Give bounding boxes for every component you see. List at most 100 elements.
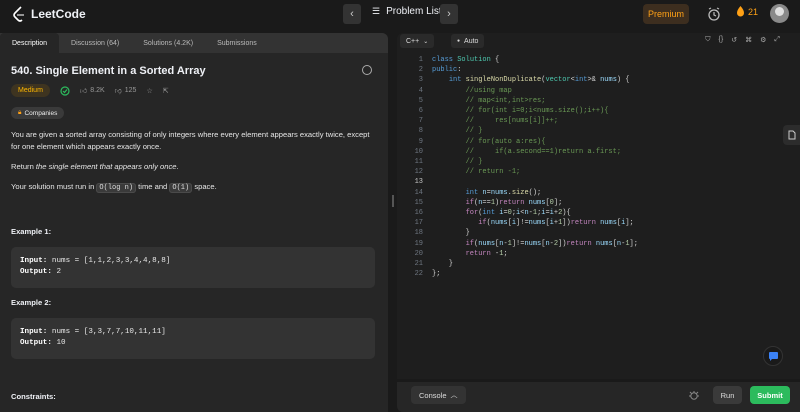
tab-submissions[interactable]: Submissions — [205, 33, 269, 53]
settings-icon[interactable]: ⚙ — [760, 36, 766, 44]
line-number: 2 — [418, 66, 423, 75]
desc-text: space. — [192, 182, 217, 191]
code-line: // map<int,int>res; — [432, 96, 546, 105]
premium-label: Premium — [647, 9, 684, 19]
leetcode-logo-icon — [13, 6, 24, 22]
output-label: Output: — [20, 339, 52, 347]
line-number: 18 — [414, 229, 423, 238]
line-number: 6 — [418, 107, 423, 115]
line-number: 12 — [414, 168, 423, 177]
avatar[interactable] — [770, 4, 789, 23]
problem-list-button[interactable]: ☰ Problem List — [372, 6, 442, 17]
reset-icon[interactable]: ↺ — [731, 36, 737, 44]
line-number: 10 — [414, 147, 423, 156]
favorite-button[interactable]: ☆ — [146, 87, 152, 95]
line-number: 3 — [418, 76, 423, 85]
thumbs-down-icon: 👎︎ — [114, 88, 122, 95]
next-problem-button[interactable]: › — [440, 4, 458, 24]
prev-problem-button[interactable]: ‹ — [343, 4, 361, 24]
chat-icon — [768, 351, 778, 361]
left-tabs: Description Discussion (64) Solutions (4… — [0, 33, 388, 53]
difficulty-badge: Medium — [11, 84, 50, 97]
editor-toolbar: C++ ⌄ ● Auto ⛉ {} ↺ ⌘ ⚙ ⤢ — [397, 33, 800, 49]
constraints-heading: Constraints: — [11, 392, 56, 401]
line-number: 13 — [414, 178, 423, 187]
lock-icon: ● — [457, 38, 461, 44]
debug-icon[interactable] — [688, 389, 700, 401]
share-icon: ⇱ — [162, 87, 169, 95]
bookmark-icon[interactable]: ⛉ — [705, 36, 710, 44]
line-number: 1 — [418, 56, 423, 64]
chevron-left-icon: ‹ — [350, 8, 354, 20]
example-box: Input: nums = [1,1,2,3,3,4,4,8,8] Output… — [11, 247, 375, 288]
top-bar: LeetCode ‹ ☰ Problem List › Premium 21 — [0, 0, 800, 28]
braces-icon[interactable]: {} — [719, 36, 724, 44]
output-value: 2 — [51, 268, 62, 276]
code-line: // } — [432, 127, 483, 136]
chat-button[interactable] — [763, 346, 783, 366]
line-number: 16 — [414, 209, 423, 217]
code-line: //using map — [432, 86, 512, 95]
line-number: 4 — [418, 86, 423, 95]
dislike-button[interactable]: 👎︎ 125 — [115, 86, 137, 95]
notes-panel-button[interactable] — [783, 125, 800, 145]
output-label: Output: — [20, 268, 52, 276]
dislike-count: 125 — [124, 87, 137, 94]
code-line: // res[nums[i]]++; — [432, 117, 559, 126]
editor-bottom-bar: Console ︿ Run Submit — [397, 382, 800, 412]
tab-discussion[interactable]: Discussion (64) — [59, 33, 131, 53]
problem-list-label: Problem List — [386, 6, 442, 17]
description-paragraph: You are given a sorted array consisting … — [11, 130, 370, 151]
problem-description: You are given a sorted array consisting … — [11, 129, 371, 202]
input-value: nums = [3,3,7,7,10,11,11] — [47, 328, 166, 336]
language-label: C++ — [406, 37, 420, 45]
example-heading: Example 2: — [11, 298, 52, 307]
code-line: return -1; — [465, 249, 508, 258]
code-line: public: — [432, 66, 462, 75]
more-options-icon[interactable] — [362, 65, 372, 75]
line-number: 11 — [414, 158, 423, 166]
line-number: 7 — [418, 117, 423, 126]
share-button[interactable]: ⇱ — [163, 87, 169, 95]
line-number: 17 — [414, 219, 423, 228]
fullscreen-icon[interactable]: ⤢ — [774, 36, 780, 44]
companies-tag[interactable]: 🔒︎ Companies — [11, 107, 65, 119]
desc-text: time and — [136, 182, 170, 191]
input-label: Input: — [20, 257, 48, 265]
code-line: } — [432, 260, 454, 268]
code-line: // for(int i=0;i<nums.size();i++){ — [432, 107, 609, 115]
code-editor-panel: C++ ⌄ ● Auto ⛉ {} ↺ ⌘ ⚙ ⤢ 1 2 3 4 5 6 7 8 9 10 11 12 1… — [397, 33, 800, 379]
autocomplete-toggle[interactable]: ● Auto — [451, 34, 485, 48]
shortcut-icon[interactable]: ⌘ — [745, 36, 752, 44]
like-button[interactable]: 👍︎ 8.2K — [80, 86, 105, 95]
logo[interactable]: LeetCode — [12, 6, 86, 22]
inline-code: O(log n) — [96, 183, 137, 193]
alarm-clock-icon[interactable] — [706, 6, 722, 22]
console-button[interactable]: Console ︿ — [411, 386, 466, 404]
code-line: // for(auto a:res){ — [432, 137, 546, 146]
code-line: if(n==1)return nums[0]; — [465, 198, 563, 207]
line-number: 22 — [414, 270, 423, 279]
companies-label: Companies — [24, 109, 58, 117]
example-heading: Example 1: — [11, 227, 52, 236]
run-button[interactable]: Run — [713, 386, 742, 404]
chevron-right-icon: › — [447, 8, 451, 20]
premium-button[interactable]: Premium — [643, 4, 689, 24]
line-number: 21 — [414, 260, 423, 268]
description-paragraph: Return the single element that appears o… — [11, 161, 371, 173]
submit-button[interactable]: Submit — [750, 386, 790, 404]
problem-title: 540. Single Element in a Sorted Array — [11, 65, 206, 77]
line-number: 19 — [414, 239, 423, 248]
code-line: // return -1; — [432, 168, 521, 177]
tab-description[interactable]: Description — [0, 33, 60, 53]
desc-text: . — [176, 162, 179, 171]
code-line: }; — [432, 270, 441, 279]
fire-icon — [737, 6, 744, 17]
panel-resize-handle[interactable] — [392, 195, 394, 207]
code-line: int singleNonDuplicate(vector<int>& nums… — [448, 76, 630, 85]
tab-solutions[interactable]: Solutions (4.2K) — [131, 33, 205, 53]
streak-counter[interactable]: 21 — [736, 6, 758, 17]
thumbs-up-icon: 👍︎ — [79, 88, 88, 95]
input-value: nums = [1,1,2,3,3,4,4,8,8] — [47, 257, 171, 265]
language-select[interactable]: C++ ⌄ — [400, 34, 435, 48]
